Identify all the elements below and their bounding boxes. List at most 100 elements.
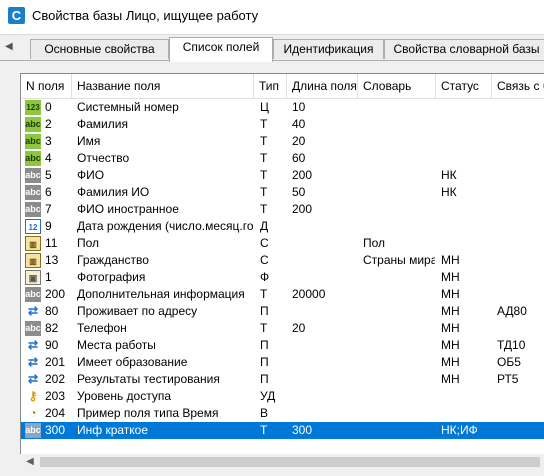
table-row[interactable]: abc 3 Имя Т 20: [21, 133, 544, 150]
table-row[interactable]: ⇄ 90 Места работы П МН ТД10: [21, 337, 544, 354]
cell-status: [441, 150, 491, 167]
table-row[interactable]: ▣ 1 Фотография Ф МН: [21, 269, 544, 286]
tab-field-list[interactable]: Список полей: [169, 37, 273, 62]
column-header-link[interactable]: Связь с б: [492, 74, 544, 98]
cell-link: [497, 388, 544, 405]
table-row[interactable]: 12 9 Дата рождения (число.месяц.год) Д: [21, 218, 544, 235]
cell-field-name: Фамилия ИО: [77, 185, 150, 199]
cell-number: 13: [45, 253, 59, 267]
link-arrows-icon: ⇄: [25, 355, 41, 370]
cell-type: В: [260, 406, 269, 420]
dictionary-book-icon: ▥: [25, 236, 41, 251]
table-row[interactable]: abc 200 Дополнительная информация Т 20000 МН: [21, 286, 544, 303]
table-row[interactable]: abc 300 Инф краткое Т 300 НК;ИФ: [21, 422, 544, 439]
cell-type: Т: [260, 423, 268, 437]
cell-number: 80: [45, 304, 59, 318]
key-icon: ⚷: [28, 389, 38, 403]
cell-dictionary: [363, 422, 435, 439]
cell-type: П: [260, 304, 269, 318]
table-row[interactable]: abc 2 Фамилия Т 40: [21, 116, 544, 133]
tab-main-properties[interactable]: Основные свойства: [30, 39, 169, 59]
number-icon: 123: [25, 100, 41, 115]
column-header-dictionary[interactable]: Словарь: [358, 74, 436, 98]
cell-dictionary: [363, 116, 435, 133]
table-row[interactable]: ▥ 13 Гражданство С Страны мира МН: [21, 252, 544, 269]
tab-scroll-left-icon[interactable]: ◀: [5, 40, 17, 54]
cell-number: 90: [45, 338, 59, 352]
table-row[interactable]: abc 7 ФИО иностранное Т 200: [21, 201, 544, 218]
cell-dictionary: [363, 405, 435, 422]
cell-link: [497, 184, 544, 201]
cell-type: Ф: [260, 270, 270, 284]
cell-field-name: Телефон: [77, 321, 127, 335]
column-header-type[interactable]: Тип: [254, 74, 287, 98]
tab-dictionary-properties[interactable]: Свойства словарной базы: [384, 39, 544, 59]
photo-icon: ▣: [25, 270, 41, 285]
cell-number: 204: [45, 406, 66, 420]
cell-field-name: ФИО иностранное: [77, 202, 179, 216]
cell-number: 203: [45, 389, 66, 403]
cell-field-name: Места работы: [77, 338, 156, 352]
cell-length: 10: [292, 100, 306, 114]
cell-number: 201: [45, 355, 66, 369]
cell-dictionary: Страны мира: [363, 253, 435, 267]
cell-status: [441, 116, 491, 133]
cell-type: Т: [260, 321, 268, 335]
text-abc-gray-icon: abc: [25, 202, 41, 217]
cell-link: [497, 422, 544, 439]
table-row[interactable]: ⇄ 202 Результаты тестирования П МН РТ5: [21, 371, 544, 388]
table-row[interactable]: abc 4 Отчество Т 60: [21, 150, 544, 167]
cell-status: МН: [441, 355, 460, 369]
fields-table[interactable]: N поля Название поля Тип Длина поля Слов…: [20, 73, 544, 458]
cell-dictionary: [363, 167, 435, 184]
cell-length: [292, 303, 357, 320]
column-header-number[interactable]: N поля: [21, 74, 72, 98]
cell-number: 202: [45, 372, 66, 386]
table-row[interactable]: abc 6 Фамилия ИО Т 50 НК: [21, 184, 544, 201]
column-header-name[interactable]: Название поля: [72, 74, 254, 98]
cell-number: 300: [45, 423, 66, 437]
link-arrows-icon: ⇄: [25, 304, 41, 319]
table-row[interactable]: ⚷ 203 Уровень доступа УД: [21, 388, 544, 405]
table-row[interactable]: ▥ 11 Пол С Пол: [21, 235, 544, 252]
horizontal-scrollbar[interactable]: ◀: [20, 454, 544, 470]
cell-length: [292, 218, 357, 235]
cell-number: 11: [45, 236, 58, 250]
cell-link: [497, 405, 544, 422]
cell-field-name: Результаты тестирования: [77, 372, 220, 386]
cell-status: МН: [441, 321, 460, 335]
cell-type: Т: [260, 134, 268, 148]
cell-dictionary: [363, 371, 435, 388]
cell-number: 4: [45, 151, 52, 165]
cell-length: [292, 252, 357, 269]
cell-link: [497, 150, 544, 167]
cell-type: Т: [260, 185, 268, 199]
column-header-length[interactable]: Длина поля: [287, 74, 358, 98]
cell-status: [441, 99, 491, 116]
cell-length: [292, 405, 357, 422]
text-abc-gray-icon: abc: [25, 321, 41, 336]
tab-identification[interactable]: Идентификация: [273, 39, 384, 59]
cell-type: Т: [260, 168, 268, 182]
cell-type: П: [260, 338, 269, 352]
cell-number: 1: [45, 270, 52, 284]
cell-status: МН: [441, 304, 460, 318]
cell-type: Ц: [260, 100, 269, 114]
column-header-status[interactable]: Статус: [436, 74, 492, 98]
table-row[interactable]: ◔ 204 Пример поля типа Время В: [21, 405, 544, 422]
text-abc-gray-icon: abc: [25, 185, 41, 200]
table-row[interactable]: ⇄ 201 Имеет образование П МН ОБ5: [21, 354, 544, 371]
cell-dictionary: [363, 218, 435, 235]
scrollbar-thumb[interactable]: [40, 457, 540, 467]
table-row[interactable]: abc 5 ФИО Т 200 НК: [21, 167, 544, 184]
scroll-left-arrow-icon[interactable]: ◀: [23, 455, 37, 469]
cell-dictionary: [363, 337, 435, 354]
cell-field-name: Пример поля типа Время: [77, 406, 219, 420]
cell-dictionary: [363, 388, 435, 405]
table-row[interactable]: abc 82 Телефон Т 20 МН: [21, 320, 544, 337]
cell-field-name: Пол: [77, 236, 100, 250]
table-row[interactable]: ⇄ 80 Проживает по адресу П МН АД80: [21, 303, 544, 320]
cell-type: Т: [260, 202, 268, 216]
cell-dictionary: [363, 303, 435, 320]
table-row[interactable]: 123 0 Системный номер Ц 10: [21, 99, 544, 116]
